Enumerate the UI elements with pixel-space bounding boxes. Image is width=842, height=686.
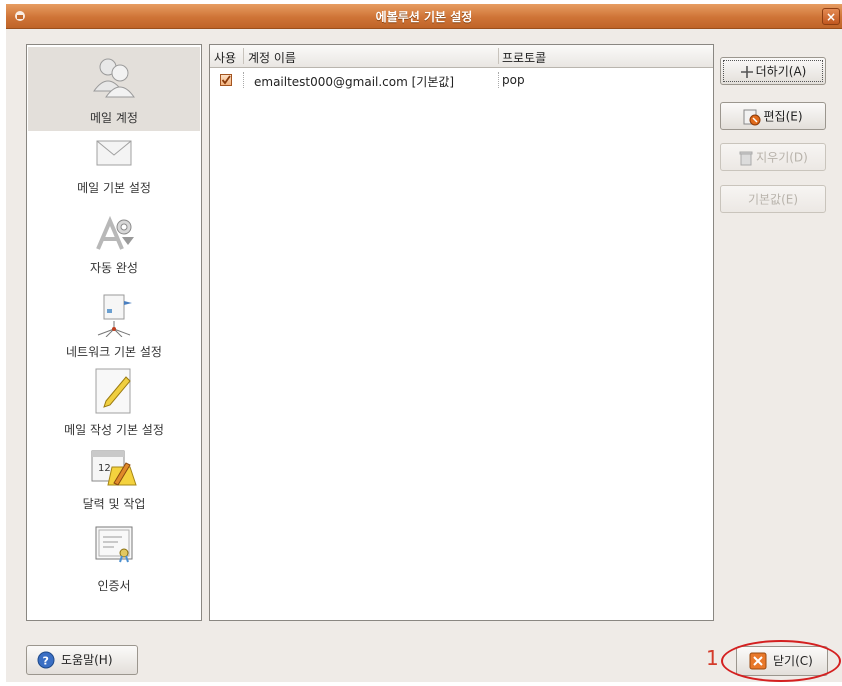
column-header-account-name[interactable]: 계정 이름: [248, 49, 296, 66]
plus-icon: [740, 65, 753, 78]
svg-text:12: 12: [98, 463, 111, 474]
envelope-icon: [96, 140, 132, 166]
sidebar-item-autocompletion[interactable]: 자동 완성: [28, 213, 200, 289]
accounts-icon: [93, 58, 135, 98]
table-row[interactable]: emailtest000@gmail.com [기본값] pop: [210, 69, 713, 91]
column-separator: [498, 48, 499, 64]
default-account-label: 기본값(E): [747, 192, 799, 207]
sidebar-item-certificates[interactable]: 인증서: [28, 526, 200, 609]
cell-divider: [498, 72, 500, 88]
column-separator: [243, 48, 244, 64]
column-header-protocol[interactable]: 프로토콜: [502, 49, 546, 66]
network-icon: [97, 294, 132, 337]
default-account-button[interactable]: 기본값(E): [720, 185, 826, 213]
calendar-icon: 12: [91, 450, 137, 486]
edit-icon: [743, 109, 761, 125]
delete-account-label: 지우기(D): [756, 150, 808, 165]
sidebar-item-label: 인증서: [97, 579, 131, 593]
list-header: 사용 계정 이름 프로토콜: [210, 45, 713, 68]
edit-account-button[interactable]: 편집(E): [720, 102, 826, 130]
annotation-highlight-ring: [721, 640, 841, 682]
title-bar[interactable]: 에볼루션 기본 설정 ×: [6, 4, 842, 29]
help-label: 도움말(H): [61, 653, 113, 667]
add-account-label: 더하기(A): [755, 64, 807, 79]
sidebar-item-label: 네트워크 기본 설정: [66, 345, 162, 359]
compose-icon: [95, 368, 131, 414]
help-icon: ?: [37, 651, 55, 669]
sidebar-item-mail-accounts[interactable]: 메일 계정: [28, 47, 200, 131]
svg-text:?: ?: [43, 655, 49, 668]
autocomplete-icon: [96, 215, 134, 250]
add-account-button[interactable]: 더하기(A): [720, 57, 826, 85]
help-button[interactable]: ? 도움말(H): [26, 645, 138, 675]
category-sidebar: 메일 계정 메일 기본 설정 자동 완성 네트워크 기본 설정 메일 작성 기본…: [26, 44, 202, 621]
cell-divider: [243, 72, 245, 88]
account-name-cell: emailtest000@gmail.com [기본값]: [254, 75, 455, 89]
sidebar-item-calendar-tasks[interactable]: 12 달력 및 작업: [28, 450, 200, 527]
enabled-checkbox[interactable]: [220, 74, 232, 86]
sidebar-item-label: 메일 기본 설정: [77, 181, 151, 195]
sidebar-item-network-preferences[interactable]: 네트워크 기본 설정: [28, 293, 200, 369]
sidebar-item-label: 자동 완성: [90, 261, 138, 275]
certificate-icon: [95, 526, 133, 563]
protocol-cell: pop: [502, 73, 525, 87]
annotation-number: 1: [706, 646, 719, 670]
accounts-list: 사용 계정 이름 프로토콜 emailtest000@gmail.com [기본…: [209, 44, 714, 621]
window-close-button[interactable]: ×: [822, 8, 840, 25]
sidebar-item-label: 메일 계정: [90, 111, 138, 125]
checkmark-icon: [221, 75, 231, 85]
sidebar-item-label: 달력 및 작업: [82, 497, 146, 511]
sidebar-item-label: 메일 작성 기본 설정: [64, 423, 164, 437]
window-title: 에볼루션 기본 설정: [375, 10, 473, 24]
sidebar-item-mail-preferences[interactable]: 메일 기본 설정: [28, 135, 200, 209]
delete-account-button[interactable]: 지우기(D): [720, 143, 826, 171]
edit-account-label: 편집(E): [763, 109, 803, 124]
sidebar-item-composer-preferences[interactable]: 메일 작성 기본 설정: [28, 368, 200, 449]
trash-icon: [739, 151, 753, 165]
column-header-enabled[interactable]: 사용: [214, 49, 236, 66]
